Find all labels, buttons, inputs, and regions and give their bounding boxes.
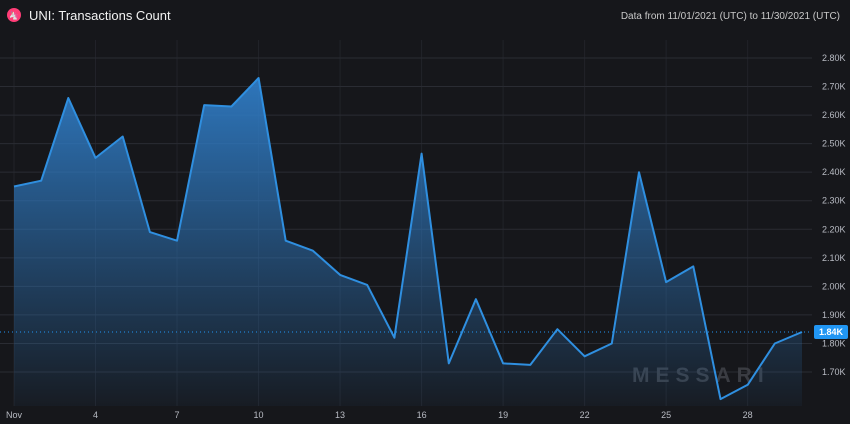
data-point	[94, 156, 97, 159]
x-tick-label: 22	[580, 410, 590, 420]
x-tick-label: 10	[254, 410, 264, 420]
data-point	[339, 273, 342, 276]
y-tick-label: 2.60K	[822, 110, 846, 120]
data-point	[311, 249, 314, 252]
x-tick-label: Nov	[6, 410, 23, 420]
x-tick-label: 25	[661, 410, 671, 420]
data-point	[420, 152, 423, 155]
y-tick-label: 1.80K	[822, 338, 846, 348]
data-point	[637, 171, 640, 174]
y-tick-label: 2.40K	[822, 167, 846, 177]
y-tick-label: 2.20K	[822, 224, 846, 234]
y-tick-label: 2.50K	[822, 139, 846, 149]
data-point	[366, 283, 369, 286]
data-point	[148, 231, 151, 234]
data-point	[583, 355, 586, 358]
data-point	[13, 185, 16, 188]
data-point	[474, 298, 477, 301]
data-point	[773, 342, 776, 345]
y-tick-label: 2.70K	[822, 82, 846, 92]
data-point	[393, 336, 396, 339]
y-tick-label: 2.80K	[822, 53, 846, 63]
data-point	[121, 135, 124, 138]
data-point	[230, 105, 233, 108]
data-point	[447, 362, 450, 365]
y-tick-label: 1.90K	[822, 310, 846, 320]
y-tick-label: 2.00K	[822, 281, 846, 291]
x-tick-label: 28	[743, 410, 753, 420]
data-point	[203, 104, 206, 107]
data-point	[284, 239, 287, 242]
data-point	[502, 362, 505, 365]
x-tick-label: 16	[417, 410, 427, 420]
x-tick-label: 4	[93, 410, 98, 420]
y-tick-label: 1.70K	[822, 367, 846, 377]
data-point	[257, 76, 260, 79]
data-point	[719, 398, 722, 401]
transactions-area-chart: 1.70K 1.80K 1.90K 2.00K 2.10K 2.20K 2.30K 2.40K…	[0, 40, 848, 420]
data-point	[176, 239, 179, 242]
x-tick-label: 19	[498, 410, 508, 420]
x-tick-label: 13	[335, 410, 345, 420]
data-point	[692, 265, 695, 268]
data-point	[665, 281, 668, 284]
x-tick-label: 7	[175, 410, 180, 420]
data-point	[529, 363, 532, 366]
data-point	[556, 328, 559, 331]
last-value-label: 1.84K	[819, 327, 844, 337]
y-tick-label: 2.10K	[822, 253, 846, 263]
data-point	[67, 96, 70, 99]
data-point	[746, 383, 749, 386]
y-tick-label: 2.30K	[822, 196, 846, 206]
data-point	[40, 179, 43, 182]
data-point	[610, 342, 613, 345]
